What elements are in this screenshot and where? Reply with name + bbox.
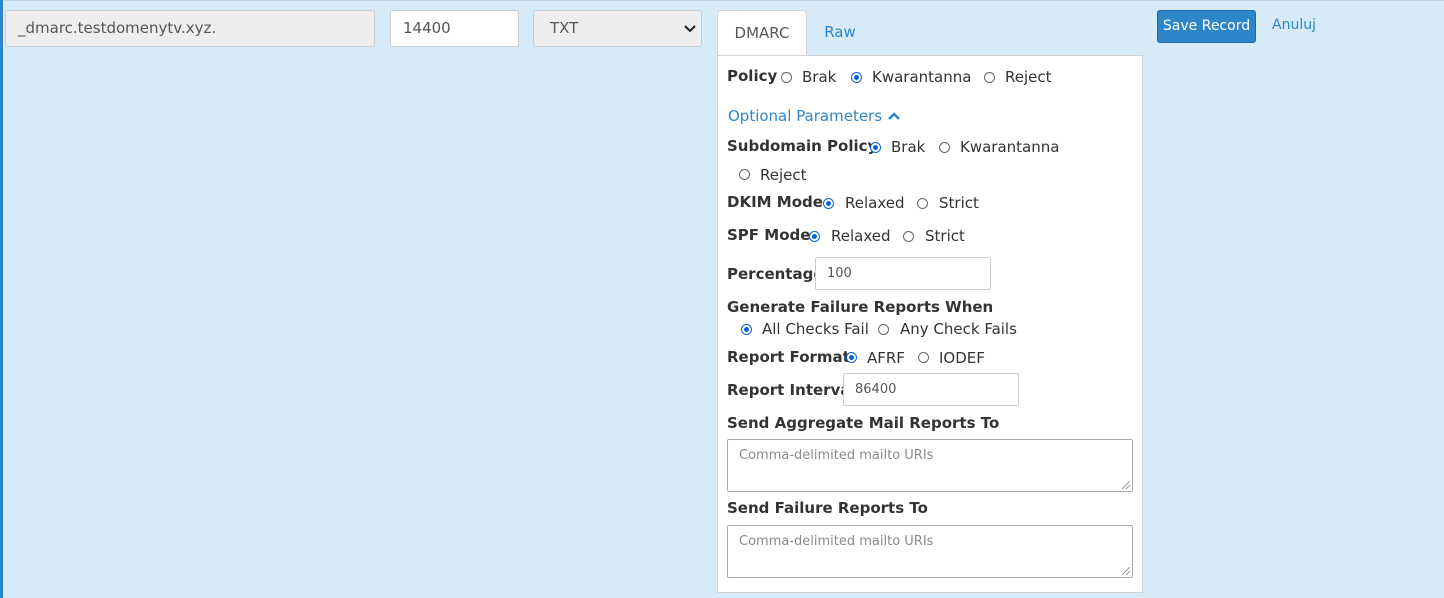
record-type-value: TXT bbox=[550, 19, 579, 37]
policy-radio-kwarantanna[interactable] bbox=[851, 72, 862, 83]
policy-option-label: Kwarantanna bbox=[872, 68, 972, 86]
record-ttl-input[interactable]: 14400 bbox=[390, 10, 519, 47]
spf-mode-label: SPF Mode bbox=[727, 226, 811, 244]
failure-reports-textarea[interactable]: Comma-delimited mailto URIs bbox=[727, 525, 1133, 578]
subdomain-option-label: Reject bbox=[760, 166, 807, 184]
save-record-button[interactable]: Save Record bbox=[1157, 10, 1256, 43]
policy-option-label: Brak bbox=[802, 68, 837, 86]
policy-radio-reject[interactable] bbox=[984, 72, 995, 83]
dkim-radio-strict[interactable] bbox=[917, 198, 928, 209]
policy-label: Policy bbox=[727, 67, 778, 85]
subdomain-radio-reject[interactable] bbox=[739, 169, 750, 180]
chevron-down-icon bbox=[683, 12, 697, 59]
failure-reports-when-label: Generate Failure Reports When bbox=[727, 298, 994, 316]
subdomain-option-label: Kwarantanna bbox=[960, 138, 1060, 156]
tab-dmarc[interactable]: DMARC bbox=[717, 10, 807, 56]
record-type-select[interactable]: TXT bbox=[533, 10, 702, 47]
resize-grip-icon[interactable] bbox=[1122, 481, 1130, 489]
aggregate-reports-placeholder: Comma-delimited mailto URIs bbox=[739, 448, 934, 463]
failure-radio-all-checks[interactable] bbox=[741, 324, 752, 335]
top-border bbox=[0, 0, 1444, 1]
aggregate-reports-textarea[interactable]: Comma-delimited mailto URIs bbox=[727, 439, 1133, 492]
percentage-label: Percentage bbox=[727, 265, 824, 283]
report-interval-input[interactable]: 86400 bbox=[843, 373, 1019, 406]
format-option-label: IODEF bbox=[939, 349, 985, 367]
failure-reports-label: Send Failure Reports To bbox=[727, 499, 928, 517]
chevron-up-icon bbox=[887, 110, 901, 124]
policy-radio-brak[interactable] bbox=[781, 72, 792, 83]
row-accent-bar bbox=[0, 0, 3, 598]
subdomain-radio-brak[interactable] bbox=[870, 142, 881, 153]
failure-option-label: Any Check Fails bbox=[900, 320, 1017, 338]
dkim-mode-label: DKIM Mode bbox=[727, 193, 823, 211]
optional-parameters-toggle[interactable]: Optional Parameters bbox=[728, 107, 901, 125]
spf-radio-strict[interactable] bbox=[903, 231, 914, 242]
record-name-field[interactable]: _dmarc.testdomenytv.xyz. bbox=[5, 10, 375, 47]
subdomain-policy-label: Subdomain Policy bbox=[727, 137, 878, 155]
subdomain-option-label: Brak bbox=[891, 138, 926, 156]
resize-grip-icon[interactable] bbox=[1122, 567, 1130, 575]
spf-option-label: Strict bbox=[925, 227, 965, 245]
aggregate-reports-label: Send Aggregate Mail Reports To bbox=[727, 414, 1000, 432]
policy-option-label: Reject bbox=[1005, 68, 1052, 86]
percentage-input[interactable]: 100 bbox=[815, 257, 991, 290]
failure-radio-any-check[interactable] bbox=[878, 324, 889, 335]
dkim-option-label: Relaxed bbox=[845, 194, 905, 212]
format-option-label: AFRF bbox=[867, 349, 905, 367]
spf-option-label: Relaxed bbox=[831, 227, 891, 245]
report-format-label: Report Format bbox=[727, 348, 850, 366]
format-radio-afrf[interactable] bbox=[846, 352, 857, 363]
format-radio-iodef[interactable] bbox=[918, 352, 929, 363]
failure-option-label: All Checks Fail bbox=[762, 320, 869, 338]
dkim-radio-relaxed[interactable] bbox=[823, 198, 834, 209]
cancel-link[interactable]: Anuluj bbox=[1272, 17, 1316, 33]
spf-radio-relaxed[interactable] bbox=[809, 231, 820, 242]
failure-reports-placeholder: Comma-delimited mailto URIs bbox=[739, 534, 934, 549]
report-interval-label: Report Interval bbox=[727, 381, 856, 399]
subdomain-radio-kwarantanna[interactable] bbox=[939, 142, 950, 153]
dmarc-panel: Policy Brak Kwarantanna Reject Optional … bbox=[717, 55, 1143, 593]
tab-raw[interactable]: Raw bbox=[813, 10, 867, 56]
optional-parameters-label: Optional Parameters bbox=[728, 107, 883, 125]
dkim-option-label: Strict bbox=[939, 194, 979, 212]
